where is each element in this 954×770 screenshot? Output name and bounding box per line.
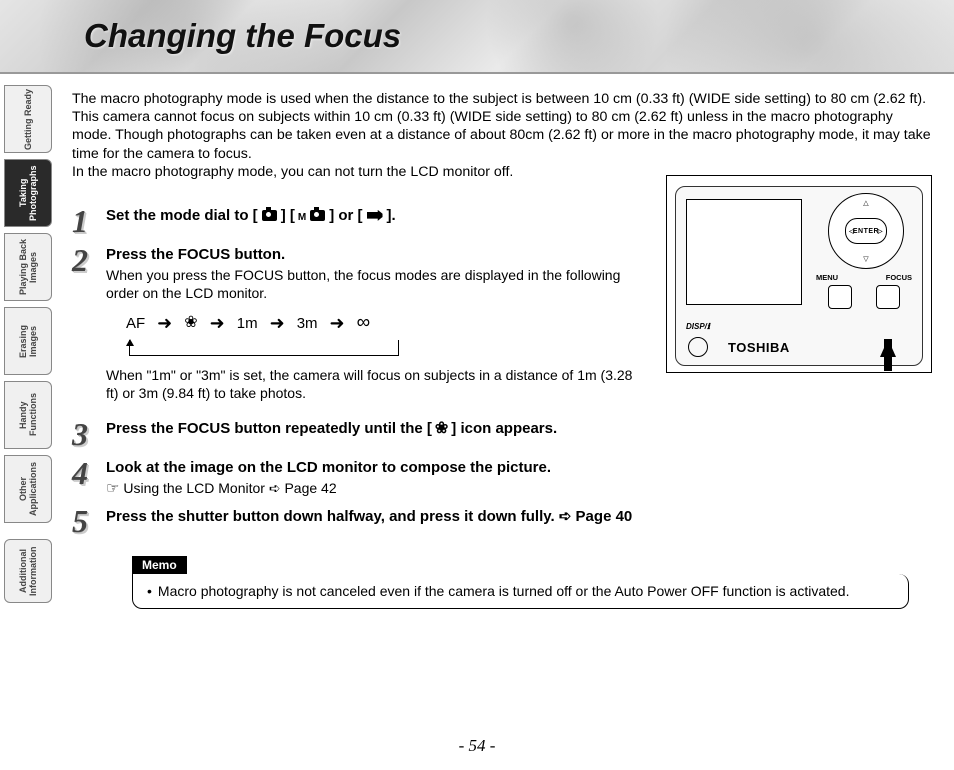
step-number-1: 1: [72, 207, 106, 236]
m-label: M: [298, 212, 306, 223]
enter-button: ENTER: [845, 218, 887, 244]
page-number: - 54 -: [459, 736, 496, 756]
step-number-2: 2: [72, 246, 106, 403]
lcd-screen: [686, 199, 802, 305]
step-2-title: Press the FOCUS button.: [106, 246, 646, 263]
dpad-up-icon: △: [863, 199, 868, 207]
focus-button: [876, 285, 900, 309]
focus-mode-flow: AF ➜ ❀ ➜ 1m ➜ 3m ➜ ∞: [126, 312, 646, 334]
dpad-down-icon: ▽: [863, 255, 868, 263]
sidebar-tabs: Getting Ready Taking Photographs Playing…: [4, 85, 56, 609]
arrow-icon: ➜: [270, 313, 285, 334]
tab-handy-functions[interactable]: Handy Functions: [4, 381, 52, 449]
step-2-text1: When you press the FOCUS button, the foc…: [106, 266, 646, 302]
bullet-icon: •: [147, 582, 152, 600]
video-icon: [367, 210, 383, 221]
focus-1m: 1m: [237, 315, 258, 332]
step-5-title: Press the shutter button down halfway, a…: [106, 507, 924, 525]
focus-3m: 3m: [297, 315, 318, 332]
focus-infinity: ∞: [357, 312, 371, 334]
tab-taking-photographs[interactable]: Taking Photographs: [4, 159, 52, 227]
pointer-icon: ☞: [106, 480, 119, 497]
dpad-ring: △ ▽ ENTER: [828, 193, 904, 269]
step-number-5: 5: [72, 507, 106, 536]
disp-label: DISP/ℹ: [686, 322, 710, 331]
button-labels: MENU FOCUS: [816, 273, 912, 282]
step-5: 5 Press the shutter button down halfway,…: [72, 507, 934, 536]
memo-content: • Macro photography is not canceled even…: [132, 574, 909, 609]
memo-box: Memo • Macro photography is not canceled…: [132, 556, 909, 609]
camera-body: △ ▽ ENTER MENU FOCUS DISP/ℹ TOSHIBA: [675, 186, 923, 366]
tab-erasing-images[interactable]: Erasing Images: [4, 307, 52, 375]
arrow-icon: ➜: [330, 313, 345, 334]
memo-text: Macro photography is not canceled even i…: [158, 582, 850, 600]
memo-label: Memo: [132, 556, 187, 574]
intro-text: The macro photography mode is used when …: [72, 90, 934, 181]
step-number-3: 3: [72, 420, 106, 449]
focus-arrow-icon: [880, 339, 896, 357]
menu-label: MENU: [816, 273, 838, 282]
step-number-4: 4: [72, 459, 106, 497]
tab-getting-ready[interactable]: Getting Ready: [4, 85, 52, 153]
camera-icon: [262, 210, 277, 221]
arrow-icon: ➜: [210, 313, 225, 334]
step-2-text2: When "1m" or "3m" is set, the camera wil…: [106, 366, 646, 402]
arrow-icon: ➜: [157, 313, 172, 334]
menu-button: [828, 285, 852, 309]
tab-other-applications[interactable]: Other Applications: [4, 455, 52, 523]
loop-back-arrow: [129, 340, 399, 356]
step-3: 3 Press the FOCUS button repeatedly unti…: [72, 420, 934, 449]
focus-af: AF: [126, 315, 145, 332]
page-title: Changing the Focus: [84, 17, 401, 55]
flower-icon: ❀: [184, 315, 197, 331]
focus-label: FOCUS: [886, 273, 912, 282]
step-4-title: Look at the image on the LCD monitor to …: [106, 459, 924, 476]
camera-diagram: △ ▽ ENTER MENU FOCUS DISP/ℹ TOSHIBA: [666, 175, 932, 373]
step-4: 4 Look at the image on the LCD monitor t…: [72, 459, 934, 497]
tab-additional-information[interactable]: Additional Information: [4, 539, 52, 603]
step-3-title: Press the FOCUS button repeatedly until …: [106, 420, 924, 437]
flower-icon: ❀: [435, 421, 448, 437]
brand-label: TOSHIBA: [728, 340, 790, 355]
step-4-link: ☞ Using the LCD Monitor ➪ Page 42: [106, 479, 924, 497]
disp-button: [688, 337, 708, 357]
tab-playing-back-images[interactable]: Playing Back Images: [4, 233, 52, 301]
page-header: Changing the Focus: [0, 0, 954, 74]
camera-m-icon: [310, 210, 325, 221]
